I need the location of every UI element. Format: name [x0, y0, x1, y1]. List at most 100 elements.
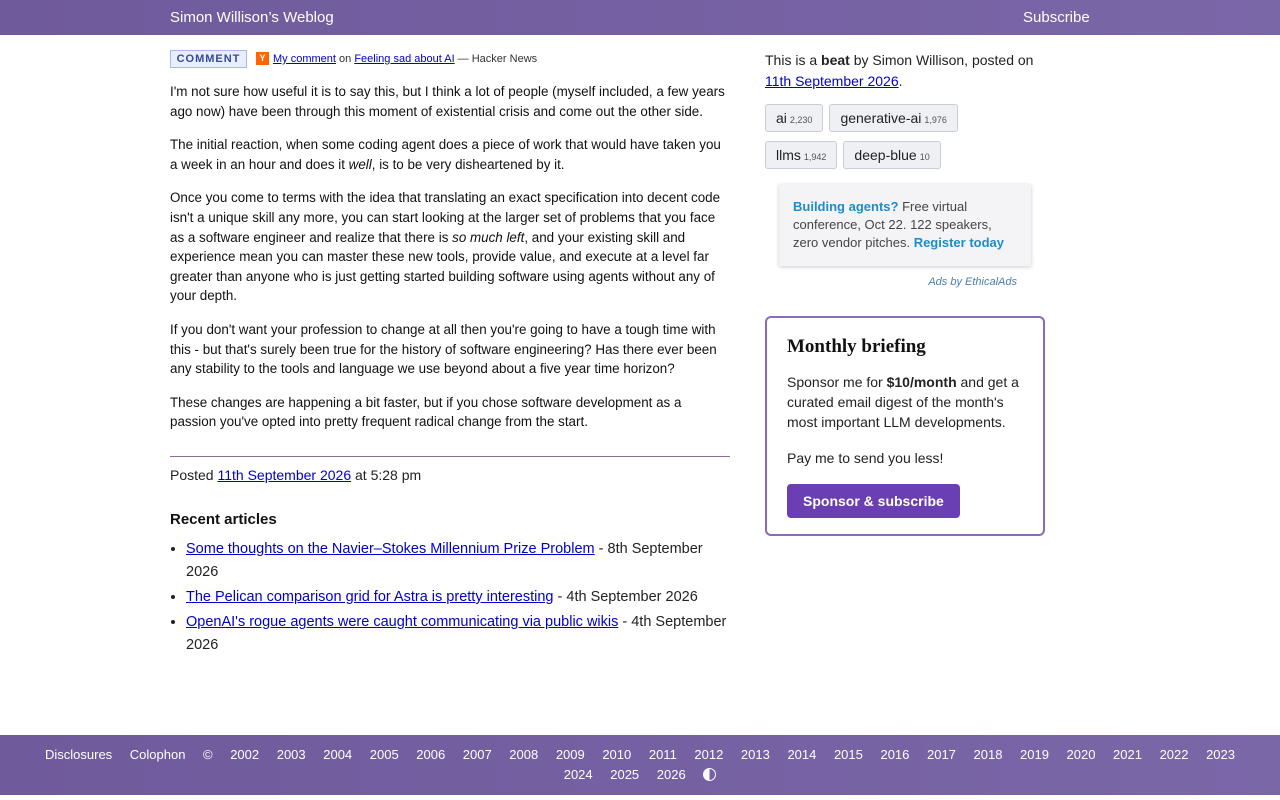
footer-year-link[interactable]: 2017	[927, 747, 956, 762]
subscribe-link[interactable]: Subscribe	[1023, 9, 1090, 26]
main-content: COMMENT Y My comment on Feeling sad abou…	[170, 48, 730, 659]
recent-article-link-1[interactable]: Some thoughts on the Navier–Stokes Mille…	[186, 541, 595, 557]
list-item: The Pelican comparison grid for Astra is…	[186, 586, 730, 609]
meta-source: — Hacker News	[454, 53, 538, 65]
tag-llms[interactable]: llms 1,942	[765, 141, 838, 169]
copyright-symbol: ©	[203, 747, 213, 762]
tag-name: deep-blue	[854, 147, 917, 163]
footer-year-link[interactable]: 2023	[1206, 747, 1235, 762]
comment-paragraph-2: The initial reaction, when some coding a…	[170, 135, 730, 174]
footer-year-link[interactable]: 2019	[1020, 747, 1049, 762]
tag-count: 1,976	[924, 115, 947, 125]
recent-articles-list: Some thoughts on the Navier–Stokes Mille…	[170, 538, 730, 657]
footer-year-link[interactable]: 2025	[610, 767, 639, 782]
intro-end: .	[898, 73, 903, 89]
comment-body: I'm not sure how useful it is to say thi…	[170, 82, 730, 432]
posted-line: Posted 11th September 2026 at 5:28 pm	[170, 467, 730, 483]
footer-disclosures-link[interactable]: Disclosures	[45, 747, 112, 762]
site-footer: Disclosures Colophon © 2002 2003 2004 2005 2006…	[0, 735, 1280, 795]
text-span: If you don't want your profession to cha…	[170, 321, 717, 377]
sidebar-intro: This is a beat by Simon Willison, posted…	[765, 50, 1045, 92]
text-span: I'm not sure how useful it is to say thi…	[170, 84, 725, 119]
footer-year-link[interactable]: 2020	[1067, 747, 1096, 762]
divider	[170, 455, 730, 457]
footer-year-link[interactable]: 2010	[602, 747, 631, 762]
footer-year-link[interactable]: 2003	[277, 747, 306, 762]
ad-credit[interactable]: Ads by EthicalAds	[765, 276, 1017, 288]
tag-name: ai	[776, 110, 787, 126]
footer-year-link[interactable]: 2013	[741, 747, 770, 762]
comment-meta-text: My comment on Feeling sad about AI — Hac…	[273, 53, 537, 65]
comment-badge: COMMENT	[170, 50, 247, 68]
tag-ai[interactable]: ai 2,230	[765, 104, 824, 132]
list-item: Some thoughts on the Navier–Stokes Mille…	[186, 538, 730, 584]
footer-year-link[interactable]: 2026	[657, 767, 686, 782]
recent-article-link-3[interactable]: OpenAI's rogue agents were caught commun…	[186, 614, 618, 630]
footer-year-link[interactable]: 2024	[564, 767, 593, 782]
sponsor-subscribe-button[interactable]: Sponsor & subscribe	[787, 484, 960, 518]
intro-date-link[interactable]: 11th September 2026	[765, 73, 899, 89]
site-header: Simon Willison’s Weblog Subscribe	[0, 0, 1280, 35]
recent-articles-heading: Recent articles	[170, 510, 277, 528]
site-title-link[interactable]: Simon Willison’s Weblog	[170, 9, 334, 26]
tag-name: generative-ai	[840, 110, 922, 126]
comment-paragraph-4: If you don't want your profession to cha…	[170, 320, 730, 379]
comment-paragraph-3: Once you come to terms with the idea tha…	[170, 188, 730, 306]
ad-cta-link[interactable]: Register today	[914, 235, 1004, 250]
comment-paragraph-5: These changes are happening a bit faster…	[170, 393, 730, 432]
tag-deep-blue[interactable]: deep-blue 10	[843, 141, 941, 169]
footer-links-row-2: 2024 2025 2026	[0, 767, 1280, 782]
footer-year-link[interactable]: 2009	[556, 747, 585, 762]
tag-count: 10	[919, 152, 930, 162]
tag-count: 1,942	[803, 152, 827, 162]
intro-type: beat	[821, 52, 850, 68]
footer-year-link[interactable]: 2011	[649, 747, 677, 762]
recent-article-date: - 4th September 2026	[553, 588, 698, 605]
my-comment-link[interactable]: My comment	[273, 53, 336, 65]
text-span: Sponsor me for	[787, 374, 887, 390]
intro-middle: by Simon Willison, posted on	[849, 52, 1034, 68]
meta-on: on	[335, 53, 355, 65]
footer-year-link[interactable]: 2007	[463, 747, 492, 762]
footer-year-link[interactable]: 2014	[787, 747, 816, 762]
recent-article-link-2[interactable]: The Pelican comparison grid for Astra is…	[186, 589, 554, 605]
posted-date-link[interactable]: 11th September 2026	[217, 467, 351, 483]
ad-headline[interactable]: Building agents?	[793, 199, 898, 214]
text-span: , is to be very disheartened by it.	[371, 156, 565, 172]
tag-name: llms	[776, 147, 801, 163]
tag-count: 2,230	[789, 115, 813, 125]
article-link[interactable]: Feeling sad about AI	[354, 53, 454, 65]
footer-year-link[interactable]: 2021	[1113, 747, 1142, 762]
footer-colophon-link[interactable]: Colophon	[130, 747, 186, 762]
briefing-price: $10/month	[886, 374, 957, 390]
emphasis: well	[348, 156, 372, 172]
comment-meta: COMMENT Y My comment on Feeling sad abou…	[170, 48, 730, 70]
posted-prefix: Posted	[170, 466, 218, 483]
briefing-tagline: Pay me to send you less!	[787, 450, 944, 466]
footer-year-link[interactable]: 2016	[880, 747, 909, 762]
text-span: These changes are happening a bit faster…	[170, 394, 682, 430]
intro-prefix: This is a	[765, 52, 822, 68]
hacker-news-icon: Y	[256, 52, 269, 65]
ethical-ad[interactable]: Building agents? Free virtual conference…	[779, 184, 1031, 266]
footer-year-link[interactable]: 2008	[509, 747, 538, 762]
footer-year-link[interactable]: 2006	[416, 747, 445, 762]
footer-year-link[interactable]: 2012	[694, 747, 723, 762]
emphasis: so much left	[452, 229, 525, 245]
footer-year-link[interactable]: 2022	[1160, 747, 1189, 762]
contrast-toggle-icon[interactable]	[703, 768, 717, 781]
briefing-title: Monthly briefing	[787, 336, 926, 357]
posted-time: at 5:28 pm	[351, 466, 422, 483]
comment-paragraph-1: I'm not sure how useful it is to say thi…	[170, 82, 730, 121]
tag-generative-ai[interactable]: generative-ai 1,976	[829, 104, 958, 132]
monthly-briefing-box: Monthly briefing Sponsor me for $10/mont…	[765, 316, 1045, 536]
footer-year-link[interactable]: 2002	[230, 747, 259, 762]
briefing-description: Sponsor me for $10/month and get a curat…	[787, 372, 1023, 432]
list-item: OpenAI's rogue agents were caught commun…	[186, 611, 730, 657]
sidebar: This is a beat by Simon Willison, posted…	[765, 50, 1045, 536]
footer-year-link[interactable]: 2015	[834, 747, 863, 762]
footer-year-link[interactable]: 2004	[323, 747, 352, 762]
footer-year-link[interactable]: 2018	[974, 747, 1003, 762]
footer-year-link[interactable]: 2005	[370, 747, 399, 762]
tag-list: ai 2,230 generative-ai 1,976 llms 1,942 deep-…	[765, 104, 1045, 178]
